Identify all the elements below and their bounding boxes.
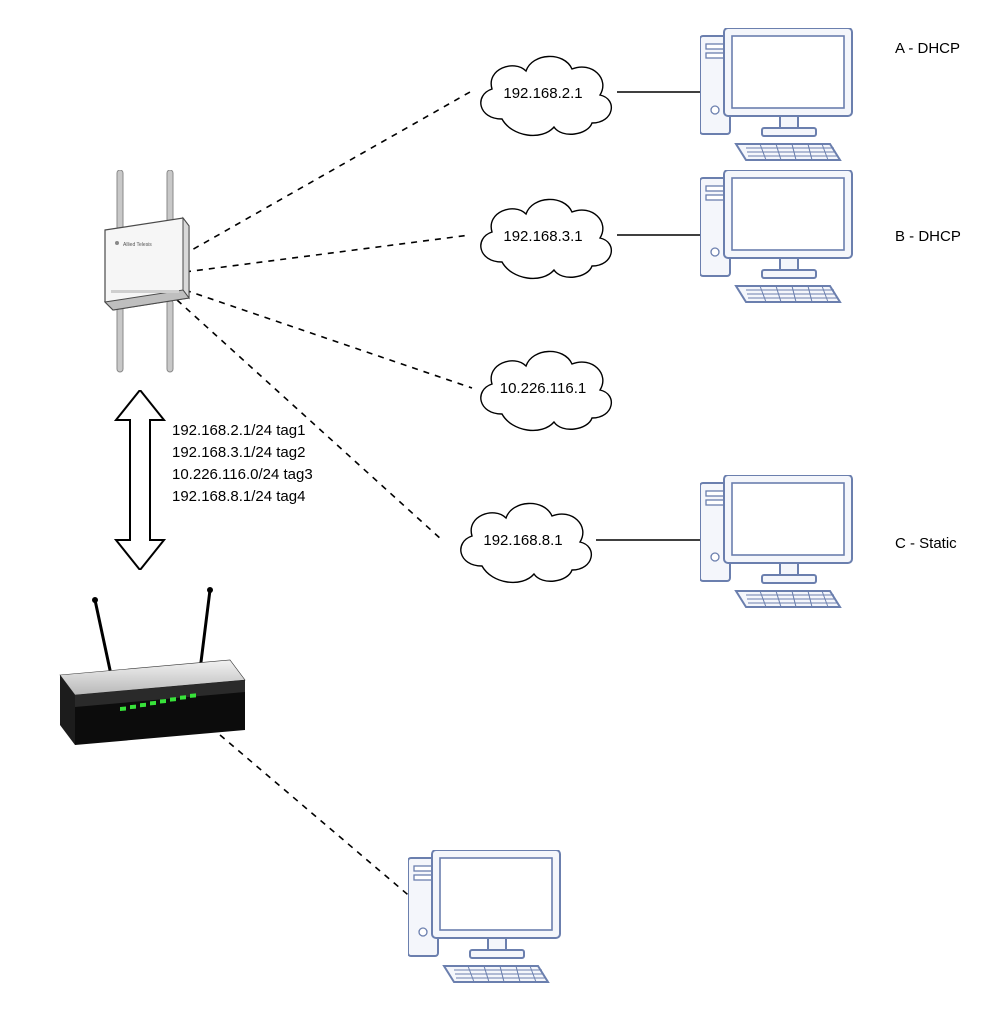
computer-a-icon (700, 28, 860, 162)
computer-c-icon (700, 475, 860, 609)
diagram-canvas: Allied Telesis 192.168.2.1/24 tag1 192.1… (0, 0, 1008, 1024)
cloud-ip: 192.168.8.1 (448, 532, 598, 549)
computer-b-icon (700, 170, 860, 304)
access-point-brand: Allied Telesis (123, 242, 152, 248)
router-icon (40, 580, 250, 750)
trunk-arrow-icon (110, 390, 170, 570)
cloud-network-c: 10.226.116.1 (468, 340, 618, 435)
cloud-ip: 192.168.3.1 (468, 228, 618, 245)
vlan-tag-list: 192.168.2.1/24 tag1 192.168.3.1/24 tag2 … (172, 420, 313, 508)
computer-a-label: A - DHCP (895, 40, 960, 59)
cloud-ip: 192.168.2.1 (468, 85, 618, 102)
computer-bottom-icon (408, 850, 568, 984)
cloud-ip: 10.226.116.1 (468, 380, 618, 397)
cloud-network-d: 192.168.8.1 (448, 492, 598, 587)
vlan-line: 192.168.2.1/24 tag1 (172, 420, 313, 442)
vlan-line: 192.168.8.1/24 tag4 (172, 486, 313, 508)
computer-b-label: B - DHCP (895, 228, 961, 247)
vlan-line: 192.168.3.1/24 tag2 (172, 442, 313, 464)
vlan-line: 10.226.116.0/24 tag3 (172, 464, 313, 486)
cloud-network-b: 192.168.3.1 (468, 188, 618, 283)
access-point-icon: Allied Telesis (85, 170, 205, 390)
computer-c-label: C - Static (895, 535, 957, 554)
cloud-network-a: 192.168.2.1 (468, 45, 618, 140)
